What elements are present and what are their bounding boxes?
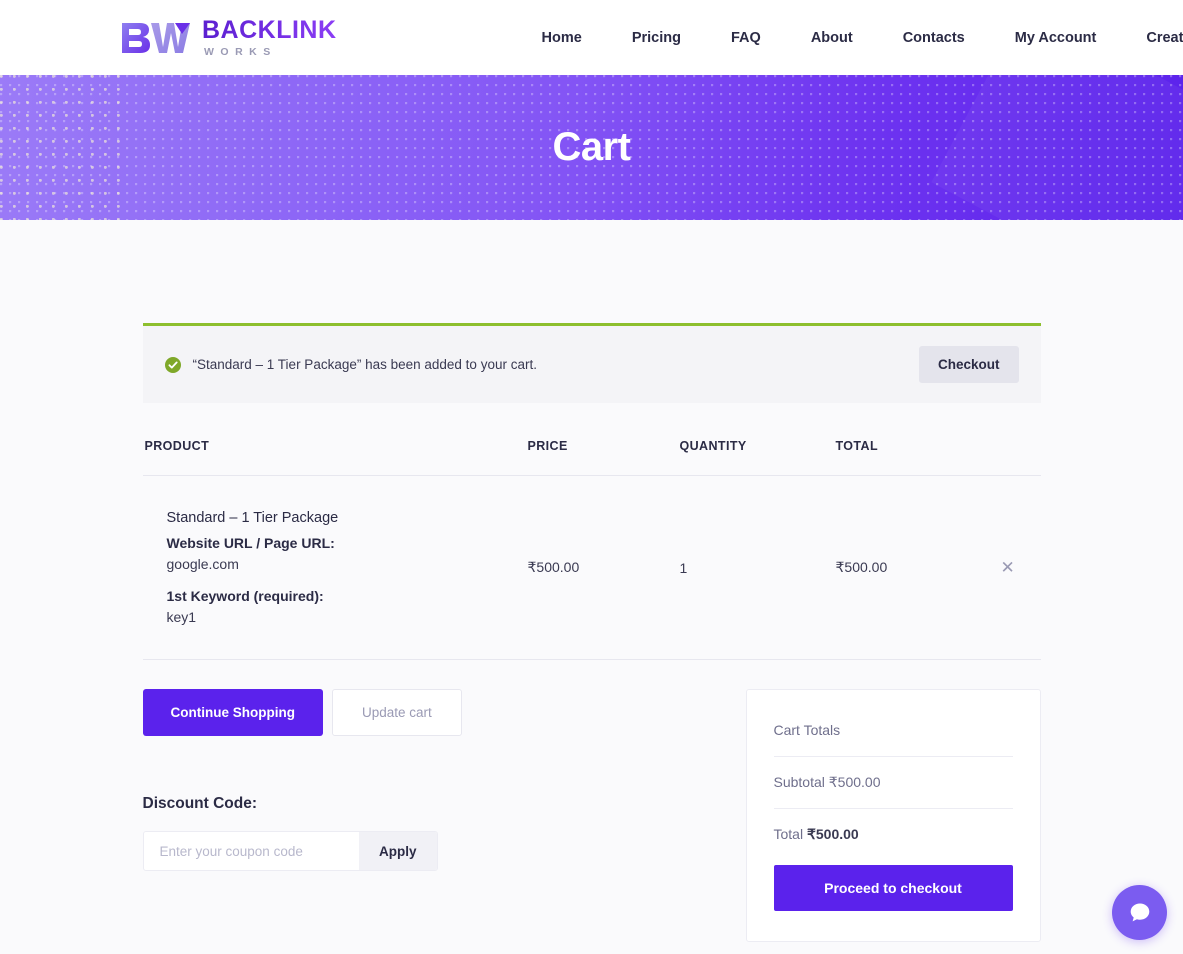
- proceed-to-checkout-button[interactable]: Proceed to checkout: [773, 865, 1013, 911]
- coupon-form: Apply: [142, 831, 438, 871]
- site-header: BACKLINK WORKS Home Pricing FAQ About Co…: [0, 0, 1183, 75]
- main-navigation: Home Pricing FAQ About Contacts My Accou…: [517, 30, 1183, 46]
- site-logo[interactable]: BACKLINK WORKS: [118, 14, 337, 62]
- cart-item-quantity[interactable]: 1: [679, 475, 836, 660]
- cart-lower-section: Continue Shopping Update cart Discount C…: [142, 689, 1041, 942]
- cart-actions-column: Continue Shopping Update cart Discount C…: [142, 689, 663, 871]
- cart-item-name: Standard – 1 Tier Package: [166, 510, 339, 526]
- cart-item-total: ₹500.00: [835, 475, 1001, 660]
- cart-item-meta-value-url: google.com: [166, 556, 239, 572]
- nav-item-contacts[interactable]: Contacts: [878, 30, 990, 46]
- logo-subtitle: WORKS: [204, 45, 277, 58]
- cart-item-price: ₹500.00: [527, 475, 680, 660]
- bw-monogram-icon: [122, 22, 190, 53]
- cart-total-row: Total ₹500.00: [774, 809, 1013, 865]
- nav-item-pricing[interactable]: Pricing: [607, 30, 706, 46]
- check-circle-icon: [164, 356, 181, 373]
- column-header-price: PRICE: [527, 427, 680, 476]
- cart-totals-panel: Cart Totals Subtotal ₹500.00 Total ₹500.…: [745, 689, 1041, 942]
- notice-message: “Standard – 1 Tier Package” has been add…: [192, 357, 537, 372]
- cart-item-meta-value-keyword: key1: [166, 609, 197, 625]
- page-content: “Standard – 1 Tier Package” has been add…: [0, 220, 1183, 942]
- cart-container: “Standard – 1 Tier Package” has been add…: [142, 323, 1041, 942]
- cart-item-meta-label-url: Website URL / Page URL:: [166, 535, 335, 551]
- page-title: Cart: [552, 125, 631, 169]
- cart-table-body: Standard – 1 Tier Package Website URL / …: [142, 475, 1041, 660]
- apply-coupon-button[interactable]: Apply: [358, 832, 437, 870]
- cart-item-meta-label-keyword: 1st Keyword (required):: [166, 588, 324, 604]
- cart-subtotal-value: ₹500.00: [828, 774, 881, 790]
- cart-action-buttons: Continue Shopping Update cart: [142, 689, 663, 736]
- column-header-total: TOTAL: [835, 427, 1001, 476]
- cart-added-notice: “Standard – 1 Tier Package” has been add…: [142, 323, 1041, 403]
- discount-code-heading: Discount Code:: [142, 795, 258, 812]
- coupon-code-input[interactable]: [143, 832, 359, 870]
- cart-total-label: Total: [773, 826, 804, 842]
- cart-item-product-cell: Standard – 1 Tier Package Website URL / …: [142, 475, 528, 660]
- notice-checkout-button[interactable]: Checkout: [918, 346, 1019, 383]
- cart-table-header-row: PRODUCT PRICE QUANTITY TOTAL: [142, 427, 1041, 476]
- nav-item-home[interactable]: Home: [517, 30, 607, 46]
- logo-text: BACKLINK WORKS: [202, 15, 337, 58]
- chat-widget-button[interactable]: [1112, 885, 1167, 940]
- cart-table: PRODUCT PRICE QUANTITY TOTAL Standard – …: [142, 427, 1041, 660]
- nav-item-create-account[interactable]: Create Account: [1121, 30, 1183, 46]
- column-header-remove: [1000, 427, 1041, 476]
- nav-item-about[interactable]: About: [786, 30, 878, 46]
- cart-item-row: Standard – 1 Tier Package Website URL / …: [142, 475, 1041, 660]
- cart-subtotal-label: Subtotal: [773, 774, 825, 790]
- column-header-quantity: QUANTITY: [679, 427, 836, 476]
- continue-shopping-button[interactable]: Continue Shopping: [142, 689, 323, 736]
- nav-item-faq[interactable]: FAQ: [706, 30, 786, 46]
- logo-title: BACKLINK: [202, 15, 337, 44]
- column-header-product: PRODUCT: [142, 427, 528, 476]
- chat-bubble-icon: [1130, 903, 1149, 921]
- notice-content: “Standard – 1 Tier Package” has been add…: [164, 356, 537, 373]
- cart-item-remove-cell: ✕: [1000, 475, 1041, 660]
- cart-totals-heading: Cart Totals: [773, 722, 1013, 757]
- close-x-icon[interactable]: ✕: [1001, 559, 1015, 576]
- cart-total-value: ₹500.00: [806, 826, 859, 842]
- cart-table-head: PRODUCT PRICE QUANTITY TOTAL: [142, 427, 1041, 476]
- update-cart-button[interactable]: Update cart: [331, 689, 462, 736]
- page-hero-banner: Cart: [0, 75, 1183, 220]
- nav-item-my-account[interactable]: My Account: [990, 30, 1122, 46]
- cart-subtotal-row: Subtotal ₹500.00: [773, 757, 1013, 809]
